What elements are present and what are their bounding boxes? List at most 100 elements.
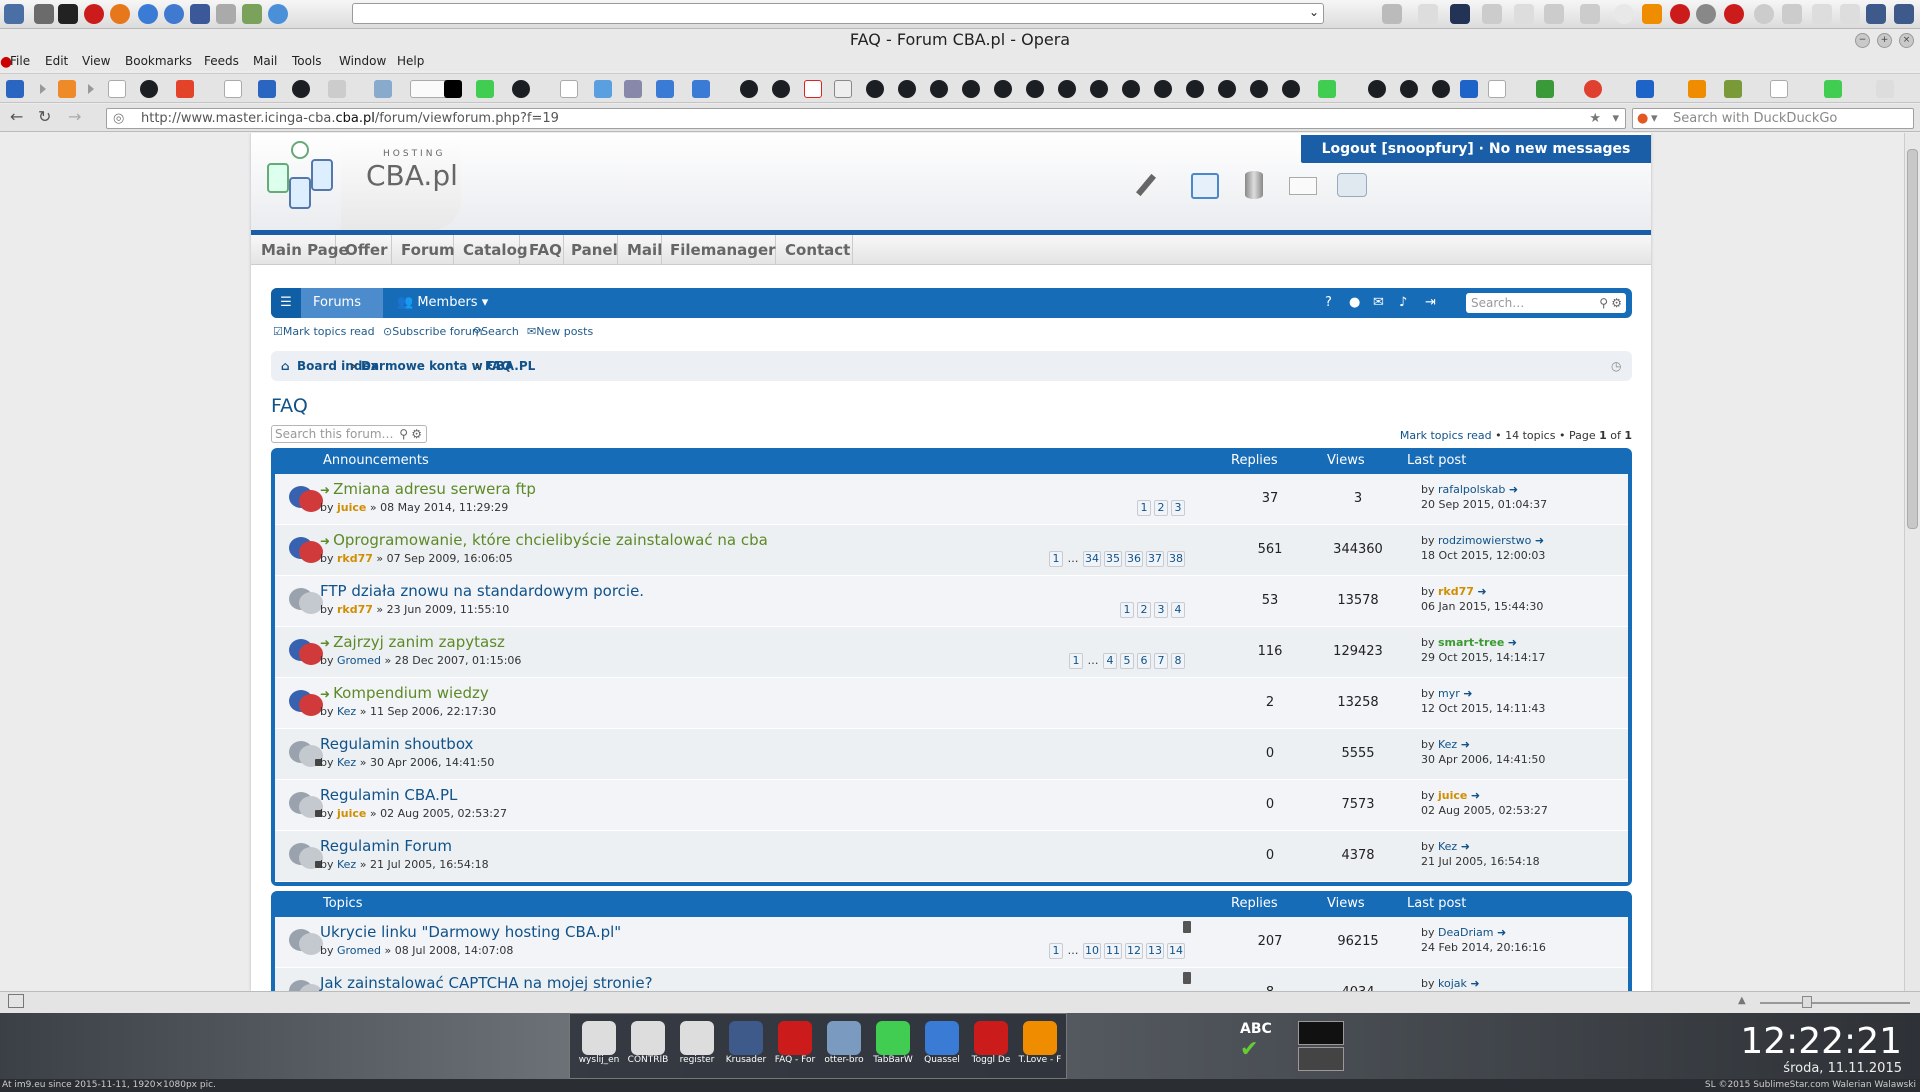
menu-file[interactable]: File	[10, 54, 30, 68]
tab-barcode-icon[interactable]	[834, 80, 852, 98]
tab-stack-icon[interactable]	[58, 80, 76, 98]
settings-icon[interactable]	[1754, 4, 1774, 24]
gear-icon[interactable]: ⚙	[1611, 293, 1622, 313]
workspace-2[interactable]	[1298, 1047, 1344, 1071]
members-menu[interactable]: 👥 Members ▾	[391, 288, 488, 318]
volume-icon[interactable]	[1782, 4, 1802, 24]
author-link[interactable]: Gromed	[337, 654, 381, 667]
subscribe-forum-link[interactable]: ⊙ Subscribe forum	[383, 325, 483, 338]
new-post-arrow-icon[interactable]: ➜	[320, 636, 330, 650]
go-to-last-post-icon[interactable]: ➜	[1493, 926, 1506, 939]
dock-item[interactable]: Quassel	[923, 1021, 961, 1065]
menu-help[interactable]: Help	[397, 54, 424, 68]
menu-feeds[interactable]: Feeds	[204, 54, 239, 68]
topic-title-text[interactable]: Zajrzyj zanim zapytasz	[333, 633, 505, 651]
last-post-author[interactable]: rafalpolskab	[1438, 483, 1505, 496]
mark-topics-read-link[interactable]: Mark topics read	[1400, 429, 1492, 442]
page-link[interactable]: 8	[1171, 653, 1185, 669]
page-link[interactable]: 10	[1083, 943, 1101, 959]
forward-icon[interactable]: →	[68, 107, 81, 126]
author-link[interactable]: juice	[337, 807, 366, 820]
zoom-slider[interactable]	[1760, 1002, 1910, 1004]
tab-github-icon[interactable]	[1400, 80, 1418, 98]
database-icon[interactable]	[1245, 171, 1263, 199]
last-post-author[interactable]: Kez	[1438, 738, 1457, 751]
author-link[interactable]: Kez	[337, 705, 356, 718]
calendar-icon[interactable]	[1191, 173, 1219, 199]
page-link[interactable]: 2	[1137, 602, 1151, 618]
chevron-down-icon[interactable]: ▾	[1612, 109, 1619, 128]
tab-github-icon[interactable]	[1186, 80, 1204, 98]
reload-icon[interactable]: ↻	[38, 107, 51, 126]
tab-github-icon[interactable]	[1058, 80, 1076, 98]
tab-tx-icon[interactable]	[560, 80, 578, 98]
tab-puzzle2-icon[interactable]	[692, 80, 710, 98]
topic-title[interactable]: ➜ Zajrzyj zanim zapytasz	[320, 633, 505, 651]
zoom-up-icon[interactable]: ▲	[1738, 995, 1746, 1006]
tab-leaf-icon[interactable]	[1536, 80, 1554, 98]
last-post-author[interactable]: smart-tree	[1438, 636, 1504, 649]
tab-page-icon[interactable]	[328, 80, 346, 98]
tab-ie-icon[interactable]	[6, 80, 24, 98]
circle-icon[interactable]	[268, 4, 288, 24]
search-this-forum-input[interactable]: Search this forum… ⚲ ⚙	[271, 425, 427, 443]
tab-github-icon[interactable]	[1122, 80, 1140, 98]
tab-github-icon[interactable]	[140, 80, 158, 98]
topic-title[interactable]: ➜ Oprogramowanie, które chcielibyście zai…	[320, 531, 768, 549]
tab-star-icon[interactable]	[258, 80, 276, 98]
last-post-author[interactable]: Kez	[1438, 840, 1457, 853]
page-link[interactable]: 7	[1154, 653, 1168, 669]
page-link[interactable]: 1	[1049, 943, 1063, 959]
page-link[interactable]: 4	[1171, 602, 1185, 618]
tab-stack3-icon[interactable]	[1688, 80, 1706, 98]
page-link[interactable]: 3	[1154, 602, 1168, 618]
menu-bookmarks[interactable]: Bookmarks	[125, 54, 192, 68]
logout-arrow-icon[interactable]: ⇥	[1425, 288, 1436, 318]
tab-k-icon[interactable]	[1636, 80, 1654, 98]
tab-im9-icon[interactable]	[444, 80, 462, 98]
page-link[interactable]: 12	[1125, 943, 1143, 959]
opera-icon[interactable]	[84, 4, 104, 24]
tab-table-icon[interactable]	[1724, 80, 1742, 98]
logout-link[interactable]: Logout [snoopfury] · No new messages	[1322, 141, 1631, 157]
page-link[interactable]: 2	[1154, 500, 1168, 516]
menu-view[interactable]: View	[82, 54, 110, 68]
tab-github-icon[interactable]	[740, 80, 758, 98]
page-link[interactable]: 37	[1146, 551, 1164, 567]
tab-qt-icon[interactable]	[1318, 80, 1336, 98]
tab-github-icon[interactable]	[898, 80, 916, 98]
user-icon[interactable]: ●	[1349, 288, 1360, 318]
author-link[interactable]: Kez	[337, 858, 356, 871]
topic-title-text[interactable]: Jak zainstalować CAPTCHA na mojej stroni…	[320, 974, 653, 991]
toggl-icon[interactable]	[1670, 4, 1690, 24]
topic-title-text[interactable]: Kompendium wiedzy	[333, 684, 489, 702]
go-to-last-post-icon[interactable]: ➜	[1460, 687, 1472, 700]
author-link[interactable]: juice	[337, 501, 366, 514]
dock-item[interactable]: register	[678, 1021, 716, 1065]
page-link[interactable]: 11	[1104, 943, 1122, 959]
author-link[interactable]: rkd77	[337, 552, 373, 565]
tab-github-icon[interactable]	[292, 80, 310, 98]
new-posts-link[interactable]: ✉ New posts	[527, 325, 593, 338]
search-link[interactable]: ⚲ Search	[473, 325, 519, 338]
tab-wikipedia-icon[interactable]	[1770, 80, 1788, 98]
mail-icon[interactable]	[1289, 177, 1317, 195]
megaphone-icon[interactable]	[1337, 173, 1367, 197]
wifi-icon[interactable]	[1812, 4, 1832, 24]
wrench-icon[interactable]	[1135, 173, 1157, 197]
last-post-author[interactable]: kojak	[1438, 977, 1467, 990]
topic-title-text[interactable]: Ukrycie linku "Darmowy hosting CBA.pl"	[320, 923, 621, 941]
topic-title[interactable]: ➜ Kompendium wiedzy	[320, 684, 489, 702]
tab-github-icon[interactable]	[1368, 80, 1386, 98]
tab-github-icon[interactable]	[1250, 80, 1268, 98]
spellcheck-icon[interactable]: ABC ✔	[1240, 1021, 1286, 1065]
scrollbar-thumb[interactable]	[1907, 149, 1918, 529]
page-link[interactable]: 13	[1146, 943, 1164, 959]
skype-icon[interactable]	[1696, 4, 1716, 24]
tab-qt-icon[interactable]	[1824, 80, 1842, 98]
new-post-arrow-icon[interactable]: ➜	[320, 534, 330, 548]
panel-toggle-icon[interactable]	[8, 994, 24, 1008]
logout-icon[interactable]	[1894, 4, 1914, 24]
menu-edit[interactable]: Edit	[45, 54, 68, 68]
tray-address-combobox[interactable]: ⌄	[352, 3, 1324, 24]
